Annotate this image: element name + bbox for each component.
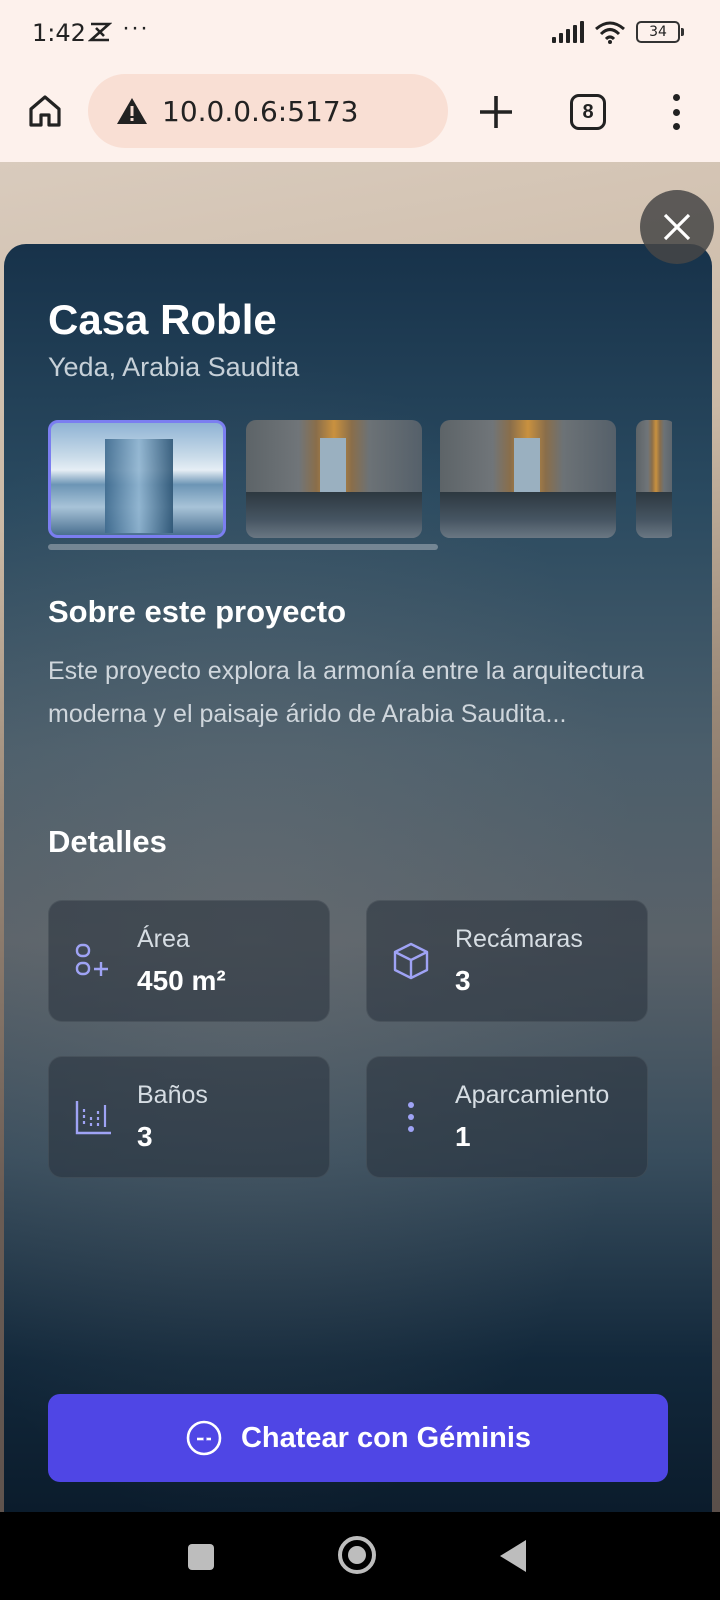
about-heading: Sobre este proyecto: [48, 594, 347, 629]
gallery-scrollbar[interactable]: [48, 544, 438, 550]
close-button[interactable]: [640, 190, 714, 264]
detail-card-area: Área 450 m²: [48, 900, 330, 1022]
gallery-thumbnail[interactable]: [48, 420, 226, 538]
gallery-thumbnail[interactable]: [636, 420, 672, 538]
gallery-thumbnail[interactable]: [440, 420, 616, 538]
status-bar: 1:42 ··· 34: [0, 0, 720, 66]
project-location: Yeda, Arabia Saudita: [48, 352, 300, 382]
status-indicators: 34: [552, 20, 684, 44]
detail-label: Aparcamiento: [455, 1081, 610, 1109]
url-text[interactable]: 10.0.0.6:5173: [162, 95, 358, 128]
detail-card-bedrooms: Recámaras 3: [366, 900, 648, 1022]
back-button[interactable]: [500, 1540, 526, 1572]
menu-dots-icon[interactable]: [664, 92, 688, 132]
wifi-icon: [595, 21, 625, 44]
close-icon: [663, 213, 691, 241]
detail-card-parking: Aparcamiento 1: [366, 1056, 648, 1178]
battery-icon: 34: [636, 21, 684, 43]
new-tab-icon[interactable]: [474, 90, 518, 134]
signal-icon: [552, 21, 584, 43]
gallery-thumbnail[interactable]: [246, 420, 422, 538]
detail-label: Baños: [137, 1081, 208, 1109]
project-title: Casa Roble: [48, 296, 277, 343]
warning-icon[interactable]: [116, 96, 148, 126]
details-heading: Detalles: [48, 824, 167, 859]
detail-value: 3: [455, 965, 471, 996]
project-panel: Casa Roble Yeda, Arabia Saudita Sobre es…: [4, 244, 712, 1512]
detail-label: Área: [137, 925, 190, 953]
image-gallery[interactable]: [48, 420, 672, 538]
about-text: Este proyecto explora la armonía entre l…: [48, 657, 645, 728]
chat-gemini-button[interactable]: Chatear con Géminis: [48, 1394, 668, 1482]
home-button[interactable]: [22, 88, 68, 134]
home-icon: [29, 95, 61, 127]
detail-label: Recámaras: [455, 925, 583, 953]
area-icon: [75, 943, 108, 976]
tab-switcher-button[interactable]: 8: [570, 94, 606, 130]
chat-button-label: Chatear con Géminis: [240, 1421, 532, 1454]
detail-card-bathrooms: Baños 3: [48, 1056, 330, 1178]
chat-icon: [186, 1420, 222, 1456]
cube-icon: [393, 942, 429, 980]
browser-toolbar: 10.0.0.6:5173 8: [0, 66, 720, 162]
dots-vertical-icon: [408, 1102, 414, 1132]
detail-value: 1: [455, 1121, 471, 1152]
status-more-icon: ···: [122, 14, 149, 41]
detail-value: 450 m²: [137, 965, 226, 996]
home-nav-button[interactable]: [338, 1536, 376, 1574]
ruler-icon: [75, 1101, 111, 1135]
detail-value: 3: [137, 1121, 153, 1152]
system-nav-bar: [0, 1512, 720, 1600]
recent-apps-button[interactable]: [188, 1544, 214, 1570]
app-notification-icon: [88, 22, 112, 42]
status-time: 1:42: [32, 19, 86, 47]
address-bar[interactable]: 10.0.0.6:5173: [88, 74, 448, 148]
